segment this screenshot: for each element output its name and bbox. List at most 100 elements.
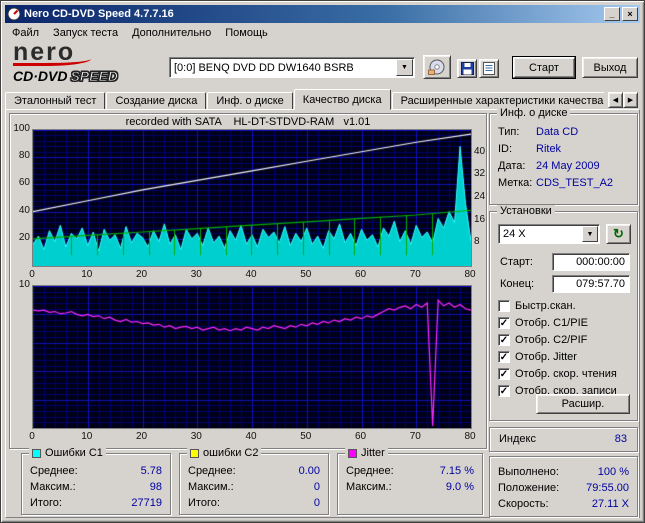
progress-row-value: 27.11 X [591,498,629,510]
tab-scroll-arrows: ◀ ▶ [608,92,638,108]
checkbox-box[interactable] [498,300,510,312]
stat-row-value: 5.78 [140,465,162,477]
stat-row-label: Максим.: [30,481,76,493]
progress-row: Скорость: 27.11 X [490,496,637,512]
checkbox-row-5[interactable]: ✓ Отобр. скор. чтения [498,366,635,383]
c1-errors-title-text: Ошибки C1 [45,447,103,459]
jitter-rows: Среднее: 7.15 % Максим.: 9.0 % [338,463,482,495]
disc-info-row-4: Метка: CDS_TEST_A2 [490,175,637,192]
progress-row: Положение: 79:55.00 [490,480,637,496]
disc-info-row-1: Тип: Data CD [490,124,637,141]
app-window: Nero CD-DVD Speed 4.7.7.16 _ × Файл Запус… [0,0,645,523]
chevron-down-icon[interactable]: ▼ [396,59,413,76]
axis-label: 40 [245,269,257,280]
refresh-button[interactable]: ↻ [606,224,631,244]
index-group: Индекс 83 [489,427,638,452]
advanced-button[interactable]: Расшир. [536,394,630,414]
start-position-field[interactable]: 000:00:00 [552,253,630,271]
checkbox-box[interactable]: ✓ [498,368,510,380]
c1-color-swatch [32,448,41,458]
checkbox-row-2[interactable]: ✓ Отобр. C1/PIE [498,315,635,332]
end-position-field[interactable]: 079:57.70 [552,275,630,293]
tab-3[interactable]: Инф. о диске [207,92,293,110]
checkbox-box[interactable]: ✓ [498,351,510,363]
jitter-title-text: Jitter [361,447,385,459]
checkbox-label: Отобр. C2/PIF [515,334,588,346]
c2-errors-rows: Среднее: 0.00 Максим.: 0 Итого: 0 [180,463,328,511]
stat-row-label: Максим.: [188,481,234,493]
stat-row: Итого: 27719 [22,495,170,511]
axis-label: 100 [13,123,30,134]
jitter-title: Jitter [345,447,388,459]
progress-row-value: 100 % [597,466,629,478]
tab-4[interactable]: Качество диска [293,89,391,110]
disc-info-row-value: Ritek [536,143,562,155]
progress-group: Выполнено: 100 % Положение: 79:55.00 Скорост… [489,456,638,517]
checkbox-row-1[interactable]: Быстр.скан. [498,298,635,315]
stat-row: Максим.: 0 [180,479,328,495]
checkbox-label: Отобр. скор. чтения [515,368,617,380]
jitter-chart-canvas [32,285,472,429]
exit-button[interactable]: Выход [582,57,638,78]
tab-scroll-left-icon[interactable]: ◀ [608,92,623,108]
axis-label: 40 [245,431,257,442]
speed-select[interactable]: 24 X ▼ [498,224,600,244]
axis-label: 40 [18,204,30,216]
c1-errors-group: Ошибки C1 Среднее: 5.78 Максим.: 98 Итого: 27… [21,447,171,515]
drive-select[interactable]: [0:0] BENQ DVD DD DW1640 BSRB ▼ [169,57,415,78]
stat-row-label: Итого: [30,497,62,509]
disc-info-row-label: ID: [498,143,513,155]
disc-tool-button[interactable] [423,55,451,79]
checkbox-row-3[interactable]: ✓ Отобр. C2/PIF [498,332,635,349]
nero-logo: nero CD·DVD SPEED [13,40,163,85]
index-label: Индекс [499,433,536,445]
axis-label: 80 [464,269,476,280]
stat-row: Среднее: 0.00 [180,463,328,479]
menu-item-4[interactable]: Помощь [218,26,275,40]
menu-item-3[interactable]: Дополнительно [125,26,218,40]
chart-panel: recorded with SATA HL-DT-STDVD-RAM v1.01… [9,113,487,449]
progress-row-label: Скорость: [498,498,549,510]
save-button[interactable] [457,59,477,78]
checkbox-label: Отобр. C1/PIE [515,317,588,329]
disc-info-row-3: Дата: 24 May 2009 [490,158,637,175]
checkbox-box[interactable]: ✓ [498,385,510,397]
stat-row-label: Среднее: [30,465,78,477]
start-button[interactable]: Старт [513,57,575,78]
disc-info-row-value: CDS_TEST_A2 [536,177,614,189]
close-button[interactable]: × [622,7,638,21]
product-name-speed: SPEED [70,68,118,85]
stat-row-label: Среднее: [346,465,394,477]
checkbox-box[interactable]: ✓ [498,334,510,346]
index-value: 83 [614,433,627,445]
tab-scroll-right-icon[interactable]: ▶ [623,92,638,108]
axis-label: 20 [135,431,148,442]
checkbox-box[interactable]: ✓ [498,317,510,329]
export-button[interactable] [479,59,499,78]
drive-select-value: [0:0] BENQ DVD DD DW1640 BSRB [174,61,354,74]
display-options: Быстр.скан. ✓ Отобр. C1/PIE ✓ Отобр. C2/PIF ✓… [498,298,635,400]
stat-row-value: 0.00 [298,465,320,477]
minimize-button[interactable]: _ [604,7,620,21]
jitter-group: Jitter Среднее: 7.15 % Максим.: 9.0 % [337,447,483,515]
checkbox-row-4[interactable]: ✓ Отобр. Jitter [498,349,635,366]
product-name-cddvd: CD·DVD [13,68,68,84]
stat-row-value: 0 [313,481,320,493]
tab-2[interactable]: Создание диска [106,92,207,110]
chevron-down-icon[interactable]: ▼ [582,226,598,242]
c2-errors-group: ошибки C2 Среднее: 0.00 Максим.: 0 Итого: 0 [179,447,329,515]
start-position-label: Старт: [500,256,533,268]
disc-info-row-value: Data CD [536,126,579,138]
axis-label: 60 [354,431,367,442]
disc-info-title: Инф. о диске [497,107,571,119]
tab-1[interactable]: Эталонный тест [5,92,106,110]
axis-label: 20 [135,269,148,280]
settings-title: Установки [497,205,555,217]
stat-row-label: Итого: [188,497,220,509]
title-bar[interactable]: Nero CD-DVD Speed 4.7.7.16 _ × [5,5,640,23]
progress-rows: Выполнено: 100 % Положение: 79:55.00 Скорост… [490,464,637,512]
stat-row-label: Среднее: [188,465,236,477]
checkbox-label: Быстр.скан. [515,300,576,312]
menu-bar: Файл Запуск теста Дополнительно Помощь [5,24,640,41]
stat-row: Среднее: 7.15 % [338,463,482,479]
